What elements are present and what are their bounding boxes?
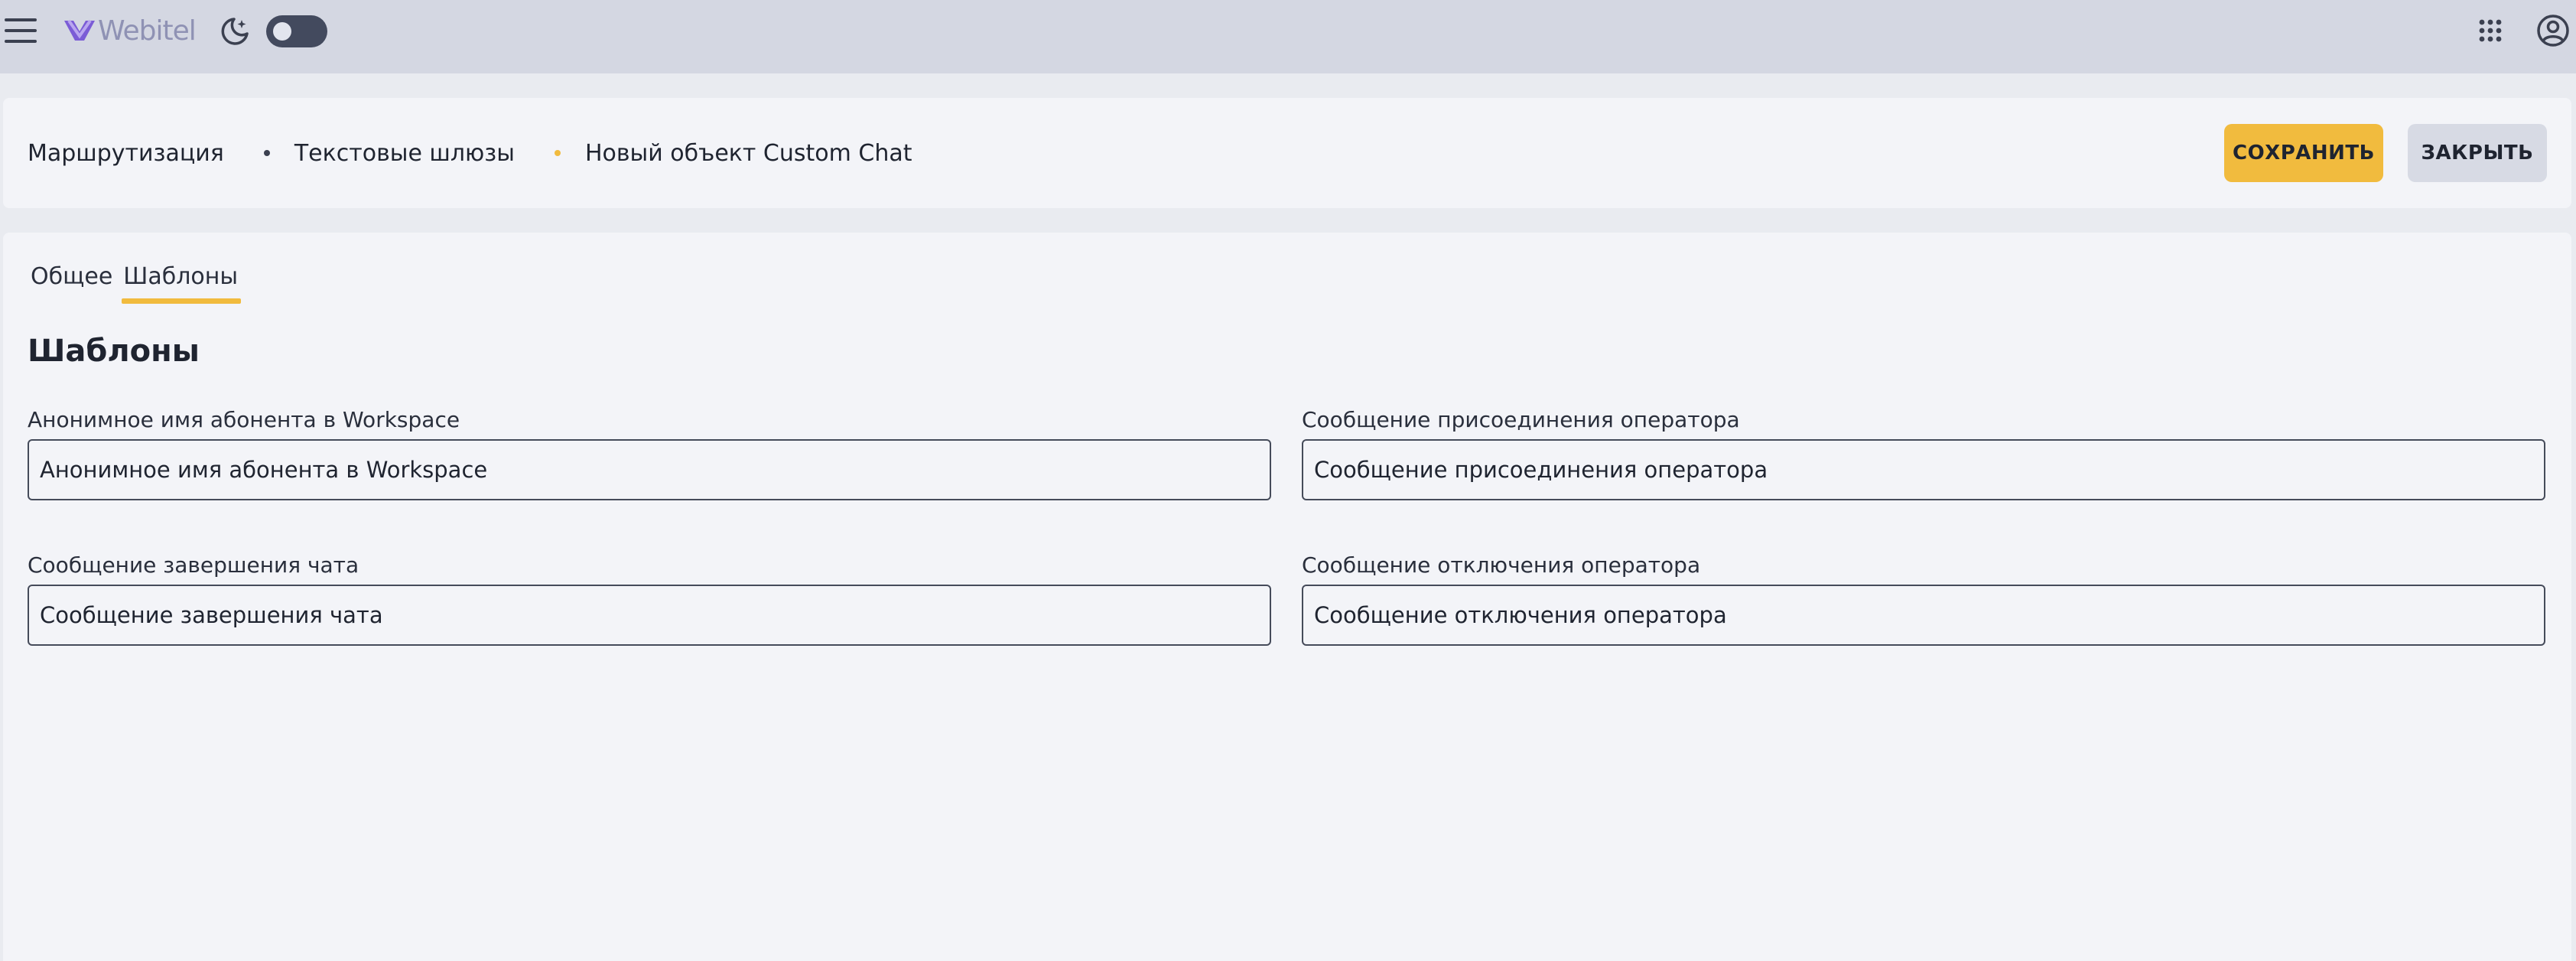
top-app-bar: Webitel <box>0 0 2576 73</box>
breadcrumb-item-routing[interactable]: Маршрутизация <box>28 140 224 167</box>
breadcrumb-item-current: Новый объект Custom Chat <box>584 139 912 167</box>
moon-icon[interactable] <box>219 15 251 47</box>
close-button[interactable]: ЗАКРЫТЬ <box>2408 124 2547 182</box>
breadcrumb-separator <box>554 150 561 156</box>
hamburger-menu-icon[interactable] <box>5 17 38 44</box>
content-card: Общее Шаблоны Шаблоны Анонимное имя абон… <box>3 233 2571 961</box>
chat-end-message-input[interactable] <box>28 585 1271 646</box>
section-title: Шаблоны <box>28 334 200 369</box>
anonymous-name-input[interactable] <box>28 439 1271 500</box>
page-header: Маршрутизация Текстовые шлюзы Новый объе… <box>3 98 2571 208</box>
account-icon[interactable] <box>2536 14 2570 47</box>
tabs: Общее Шаблоны <box>28 263 246 304</box>
operator-join-message-input[interactable] <box>1302 439 2545 500</box>
operator-leave-message-input[interactable] <box>1302 585 2545 646</box>
field-operator-join-message: Сообщение присоединения оператора <box>1302 406 2545 500</box>
breadcrumb-separator <box>263 150 270 156</box>
field-chat-end-message: Сообщение завершения чата <box>28 551 1271 646</box>
breadcrumb-item-text-gateways[interactable]: Текстовые шлюзы <box>294 140 515 167</box>
apps-grid-icon[interactable] <box>2478 18 2503 43</box>
field-label: Анонимное имя абонента в Workspace <box>28 407 460 432</box>
webitel-logo[interactable]: Webitel <box>63 12 197 49</box>
field-label: Сообщение завершения чата <box>28 552 359 578</box>
field-anonymous-name: Анонимное имя абонента в Workspace <box>28 406 1271 500</box>
field-label: Сообщение присоединения оператора <box>1302 407 1740 432</box>
field-operator-leave-message: Сообщение отключения оператора <box>1302 551 2545 646</box>
logo-text: Webitel <box>98 15 197 47</box>
save-button[interactable]: СОХРАНИТЬ <box>2224 124 2383 182</box>
theme-toggle[interactable] <box>266 15 327 47</box>
webitel-logo-icon <box>64 19 95 41</box>
tab-templates[interactable]: Шаблоны <box>120 263 241 304</box>
toggle-knob <box>273 22 291 41</box>
breadcrumb: Маршрутизация Текстовые шлюзы Новый объе… <box>28 98 912 208</box>
tab-general[interactable]: Общее <box>28 263 115 304</box>
field-label: Сообщение отключения оператора <box>1302 552 1701 578</box>
